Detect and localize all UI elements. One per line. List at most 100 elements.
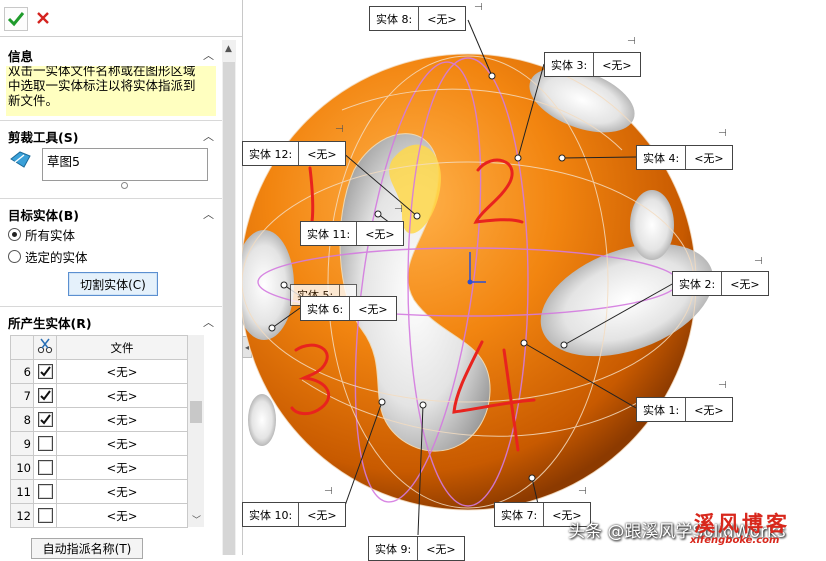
callout-value: <无> <box>426 542 456 556</box>
row-checkbox-cell[interactable] <box>33 479 57 504</box>
row-checkbox-cell[interactable] <box>33 359 57 384</box>
pin-icon[interactable]: ⊣ <box>394 204 403 215</box>
checkmark-icon <box>39 390 51 401</box>
callout-name: 实体 1: <box>637 398 687 421</box>
row-checkbox-cell[interactable] <box>33 503 57 528</box>
callout-body-2[interactable]: 实体 2: <无> <box>672 271 769 296</box>
table-row[interactable]: 6 <无> <box>10 359 188 384</box>
radio-button[interactable] <box>8 249 21 263</box>
row-number: 11 <box>10 479 34 504</box>
callout-body-11[interactable]: 实体 11: <无> <box>300 221 404 246</box>
pin-icon[interactable]: ⊣ <box>578 486 587 497</box>
table-row[interactable]: 9 <无> <box>10 431 188 456</box>
table-scrollbar[interactable]: ﹀ <box>188 335 204 527</box>
ok-button[interactable] <box>4 7 28 31</box>
scissors-icon <box>37 338 53 354</box>
pin-icon[interactable]: ⊣ <box>718 128 727 139</box>
callout-body-9[interactable]: 实体 9: <无> <box>368 536 465 561</box>
scroll-up-icon[interactable]: ▲ <box>225 44 232 54</box>
row-file[interactable]: <无> <box>56 431 188 456</box>
row-file[interactable]: <无> <box>56 407 188 432</box>
divider <box>0 306 222 307</box>
callout-name: 实体 4: <box>637 146 687 169</box>
table-row[interactable]: 11 <无> <box>10 479 188 504</box>
chevron-up-icon[interactable]: ︿ <box>203 47 214 63</box>
chevron-up-icon[interactable]: ︿ <box>203 206 214 222</box>
pin-icon[interactable]: ⊣ <box>754 256 763 267</box>
row-number: 8 <box>10 407 34 432</box>
callout-body-6[interactable]: 实体 6: <无> <box>300 296 397 321</box>
resulting-bodies-title: 所产生实体(R) <box>8 316 92 331</box>
sphere-model[interactable] <box>242 53 729 511</box>
callout-value: <无> <box>730 277 760 291</box>
row-checkbox[interactable] <box>37 508 53 523</box>
pin-icon[interactable]: ⊣ <box>627 36 636 47</box>
callout-body-10[interactable]: 实体 10: <无> <box>242 502 346 527</box>
row-checkbox[interactable] <box>37 388 53 403</box>
callout-body-12[interactable]: 实体 12: <无> <box>242 141 346 166</box>
row-number: 10 <box>10 455 34 480</box>
scrollbar-thumb[interactable] <box>223 62 235 555</box>
resize-handle[interactable] <box>121 182 128 189</box>
callout-body-3[interactable]: 实体 3: <无> <box>544 52 641 77</box>
confirm-bar <box>0 0 242 37</box>
radio-all-bodies[interactable]: 所有实体 <box>8 226 75 243</box>
row-checkbox[interactable] <box>37 364 53 379</box>
table-header-row: 文件 <box>10 335 188 360</box>
scrollbar-thumb[interactable] <box>190 401 202 423</box>
chevron-down-icon[interactable]: ﹀ <box>192 513 201 526</box>
pin-icon[interactable]: ⊣ <box>335 124 344 135</box>
table-row[interactable]: 10 <无> <box>10 455 188 480</box>
row-number: 12 <box>10 503 34 528</box>
row-checkbox[interactable] <box>37 484 53 499</box>
cancel-button[interactable] <box>32 7 54 29</box>
row-checkbox-cell[interactable] <box>33 383 57 408</box>
callout-name: 实体 8: <box>370 7 420 30</box>
sketch-icon <box>10 151 31 168</box>
row-file[interactable]: <无> <box>56 383 188 408</box>
row-checkbox-cell[interactable] <box>33 455 57 480</box>
row-number: 9 <box>10 431 34 456</box>
radio-selected-label: 选定的实体 <box>25 249 88 265</box>
row-checkbox[interactable] <box>37 436 53 451</box>
cut-bodies-button[interactable]: 切割实体(C) <box>68 272 158 296</box>
radio-selected-bodies[interactable]: 选定的实体 <box>8 248 88 265</box>
callout-name: 实体 2: <box>673 272 723 295</box>
callout-name: 实体 11: <box>301 222 358 245</box>
row-checkbox-cell[interactable] <box>33 407 57 432</box>
table-row[interactable]: 12 <无> <box>10 503 188 528</box>
close-icon <box>37 12 49 24</box>
trim-tool-selection-box[interactable]: 草图5 <box>42 148 208 181</box>
callout-body-1[interactable]: 实体 1: <无> <box>636 397 733 422</box>
target-body-title: 目标实体(B) <box>8 208 79 223</box>
row-file[interactable]: <无> <box>56 359 188 384</box>
pin-icon[interactable]: ⊣ <box>324 486 333 497</box>
callout-body-8[interactable]: 实体 8: <无> <box>369 6 466 31</box>
row-file[interactable]: <无> <box>56 479 188 504</box>
graphics-area[interactable]: 实体 8: <无> 实体 3: <无> 实体 12: <无> 实体 4: <无> 实体 … <box>242 0 826 561</box>
table-row[interactable]: 8 <无> <box>10 407 188 432</box>
row-checkbox[interactable] <box>37 412 53 427</box>
callout-name: 实体 9: <box>369 537 419 560</box>
pin-icon[interactable]: ⊣ <box>718 380 727 391</box>
callout-body-4[interactable]: 实体 4: <无> <box>636 145 733 170</box>
callout-name: 实体 10: <box>243 503 300 526</box>
panel-scrollbar[interactable]: ▲ <box>222 40 236 555</box>
row-checkbox[interactable] <box>37 460 53 475</box>
property-manager: ▲ 信息 ︿ 双击一实体文件名称或在图形区域 中选取一实体标注以将实体指派到 新… <box>0 0 243 559</box>
info-message: 双击一实体文件名称或在图形区域 中选取一实体标注以将实体指派到 新文件。 <box>8 66 196 108</box>
info-title: 信息 <box>8 49 34 64</box>
chevron-up-icon[interactable]: ︿ <box>203 314 214 330</box>
radio-button[interactable] <box>8 227 21 241</box>
pin-icon[interactable]: ⊣ <box>474 2 483 13</box>
auto-assign-names-button[interactable]: 自动指派名称(T) <box>31 538 143 559</box>
row-file[interactable]: <无> <box>56 503 188 528</box>
table-row[interactable]: 7 <无> <box>10 383 188 408</box>
info-message-box: 双击一实体文件名称或在图形区域 中选取一实体标注以将实体指派到 新文件。 <box>6 66 216 116</box>
chevron-up-icon[interactable]: ︿ <box>203 128 214 144</box>
row-file[interactable]: <无> <box>56 455 188 480</box>
callout-value: <无> <box>307 147 337 161</box>
callout-name: 实体 7: <box>495 503 545 526</box>
callout-value: <无> <box>694 151 724 165</box>
row-checkbox-cell[interactable] <box>33 431 57 456</box>
